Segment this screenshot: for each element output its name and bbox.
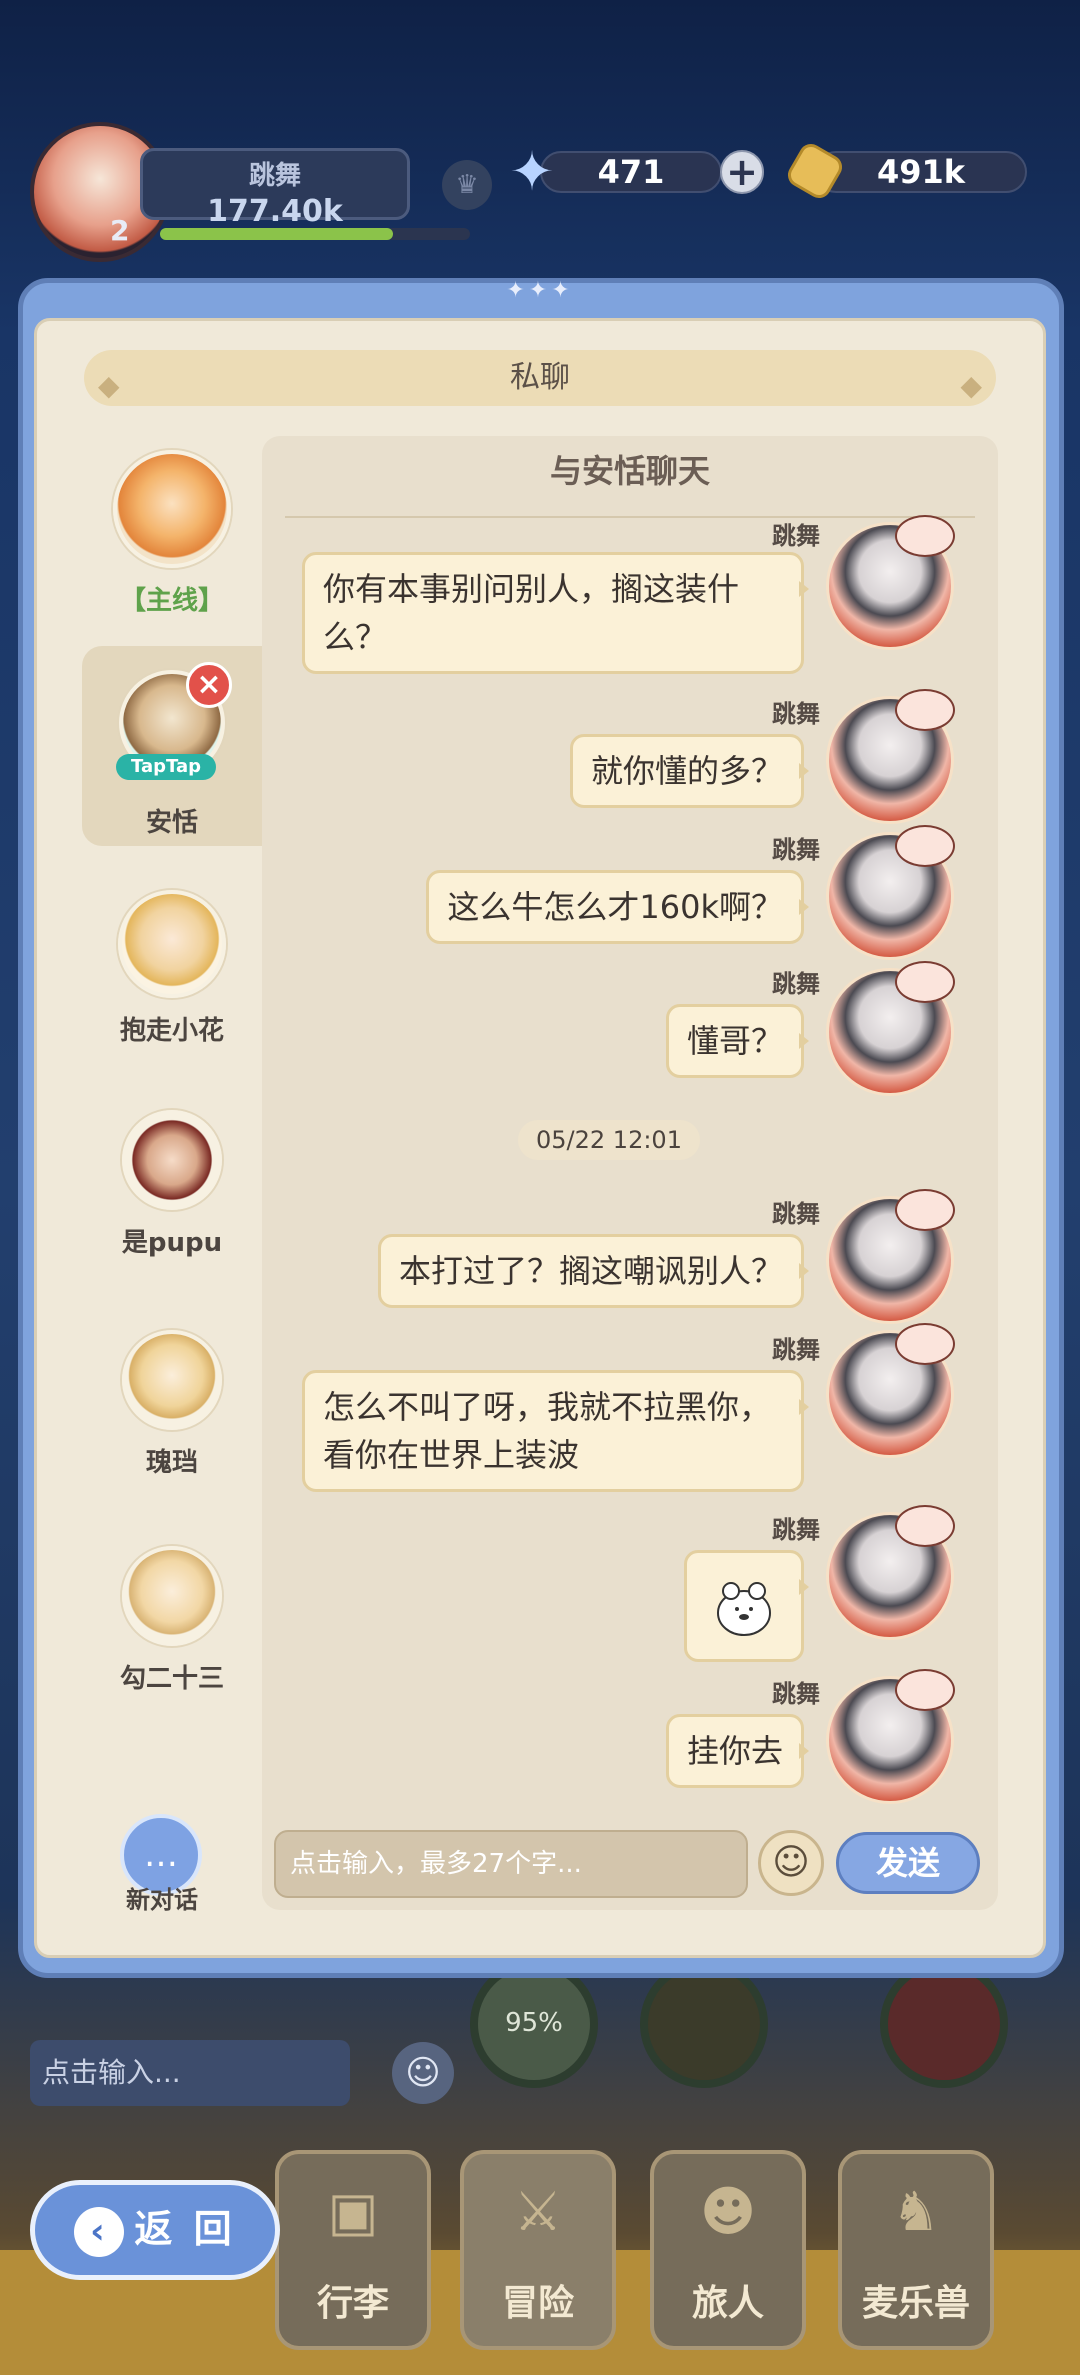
message-sender: 跳舞 xyxy=(772,522,820,550)
back-arrow-icon: ‹ xyxy=(74,2206,125,2257)
sidebar-item-label: 是pupu xyxy=(121,1228,223,1258)
sidebar-item-label: 【主线】 xyxy=(119,586,224,616)
sidebar-item-main[interactable]: 【主线】 xyxy=(82,450,262,650)
taptap-badge: TapTap xyxy=(116,754,216,780)
avatar xyxy=(122,1546,222,1646)
message-sender: 跳舞 xyxy=(772,1680,820,1708)
guild-icon[interactable]: ♛ xyxy=(442,160,492,210)
message-bubble: 你有本事别问别人，搁这装什么？ xyxy=(302,552,809,674)
gem-icon: ✦ xyxy=(509,140,555,203)
chat-bubble-icon: … xyxy=(144,1835,178,1875)
chat-title: 与安恬聊天 xyxy=(549,452,710,490)
tab-pets[interactable]: ♞ 麦乐兽 xyxy=(838,2150,994,2350)
sticker-bubble xyxy=(684,1550,809,1662)
sidebar-item-label: 勾二十三 xyxy=(119,1664,224,1694)
close-icon[interactable]: × xyxy=(186,662,232,708)
skill-progress: 95% xyxy=(505,2008,563,2038)
panel-title: 私聊 xyxy=(510,360,570,395)
bear-sticker-icon xyxy=(717,1582,771,1636)
message-sender: 跳舞 xyxy=(772,836,820,864)
level-progress-track xyxy=(160,228,470,240)
message-bubble: 怎么不叫了呀，我就不拉黑你，看你在世界上装波 xyxy=(302,1370,809,1492)
player-level-bar: 2 xyxy=(110,214,470,247)
skill-slot-2[interactable] xyxy=(640,1960,768,2088)
world-chat-input[interactable]: 点击输入... xyxy=(30,2040,350,2106)
sender-avatar[interactable] xyxy=(826,961,955,1096)
tab-adventure[interactable]: ⚔ 冒险 xyxy=(460,2150,616,2350)
gem-count: 471 xyxy=(597,153,665,191)
gold-count: 491k xyxy=(876,153,966,191)
sidebar-item-label: 瑰珰 xyxy=(145,1448,198,1478)
sender-avatar[interactable] xyxy=(826,1189,955,1324)
sender-avatar[interactable] xyxy=(826,689,955,824)
player-card[interactable]: 跳舞 177.40k xyxy=(140,148,410,229)
avatar xyxy=(113,450,231,568)
gold-counter: 491k xyxy=(815,151,1027,193)
tab-luggage-label: 行李 xyxy=(316,2283,389,2324)
sidebar-item-baozouxiaohua[interactable]: 抱走小花 xyxy=(82,890,262,1090)
sidebar-item-label: 抱走小花 xyxy=(119,1016,224,1046)
gem-counter: 471 xyxy=(540,151,722,193)
skill-slot-3[interactable] xyxy=(880,1960,1008,2088)
new-chat-label: 新对话 xyxy=(126,1886,198,1914)
sender-avatar[interactable] xyxy=(826,825,955,960)
message-sender: 跳舞 xyxy=(772,1200,820,1228)
chat-input[interactable]: 点击输入，最多27个字... xyxy=(274,1830,748,1898)
traveler-icon: ☻ xyxy=(699,2180,757,2243)
back-button[interactable]: ‹ 返 回 xyxy=(30,2180,280,2280)
back-label: 返 回 xyxy=(134,2207,236,2251)
tab-adventure-label: 冒险 xyxy=(501,2283,574,2324)
message-sender: 跳舞 xyxy=(772,1336,820,1364)
add-gems-button[interactable]: + xyxy=(720,150,764,194)
message-bubble: 懂哥？ xyxy=(665,1004,810,1078)
avatar xyxy=(122,1330,222,1430)
message-bubble: 这么牛怎么才160k啊？ xyxy=(426,870,809,944)
message-sender: 跳舞 xyxy=(772,970,820,998)
message-bubble: 挂你去 xyxy=(665,1714,810,1788)
crossed-swords-icon: ⚔ xyxy=(513,2180,563,2243)
title-divider xyxy=(285,516,975,518)
sender-avatar[interactable] xyxy=(826,515,955,650)
tab-luggage[interactable]: ▣ 行李 xyxy=(275,2150,431,2350)
sender-avatar[interactable] xyxy=(826,1505,955,1640)
world-chat-emoji-icon[interactable]: ☺ xyxy=(392,2042,454,2104)
player-level: 2 xyxy=(110,214,130,247)
tab-travelers-label: 旅人 xyxy=(691,2283,764,2324)
sender-avatar[interactable] xyxy=(826,1323,955,1458)
tab-travelers[interactable]: ☻ 旅人 xyxy=(650,2150,806,2350)
player-name: 跳舞 xyxy=(248,161,301,191)
luggage-icon: ▣ xyxy=(327,2180,379,2243)
skill-slot-1[interactable]: 95% xyxy=(470,1960,598,2088)
level-progress-fill xyxy=(160,228,393,240)
message-bubble: 就你懂的多？ xyxy=(569,734,810,808)
ornament-right-icon: ◆ xyxy=(960,369,982,402)
sidebar-item-gouershisan[interactable]: 勾二十三 xyxy=(82,1546,262,1746)
avatar xyxy=(122,1110,222,1210)
panel-ornament: ✦✦✦ xyxy=(506,278,574,303)
message-bubble: 本打过了？搁这嘲讽别人？ xyxy=(377,1234,810,1308)
sidebar-item-guidang[interactable]: 瑰珰 xyxy=(82,1330,262,1530)
message-sender: 跳舞 xyxy=(772,1516,820,1544)
panel-title-bar: ◆ 私聊 ◆ xyxy=(84,350,996,406)
avatar xyxy=(118,890,226,998)
emoji-icon[interactable]: ☺ xyxy=(758,1830,824,1896)
sidebar-item-label: 安恬 xyxy=(145,808,198,838)
sender-avatar[interactable] xyxy=(826,1669,955,1804)
cat-icon: ♞ xyxy=(891,2180,941,2243)
send-button[interactable]: 发送 xyxy=(836,1832,980,1894)
ornament-left-icon: ◆ xyxy=(98,369,120,402)
tab-pets-label: 麦乐兽 xyxy=(861,2283,970,2324)
sidebar-item-pupu[interactable]: 是pupu xyxy=(82,1110,262,1310)
sidebar-item-antian[interactable]: TapTap × 安恬 xyxy=(82,646,262,846)
message-sender: 跳舞 xyxy=(772,700,820,728)
timestamp-divider: 05/22 12:01 xyxy=(518,1120,700,1160)
